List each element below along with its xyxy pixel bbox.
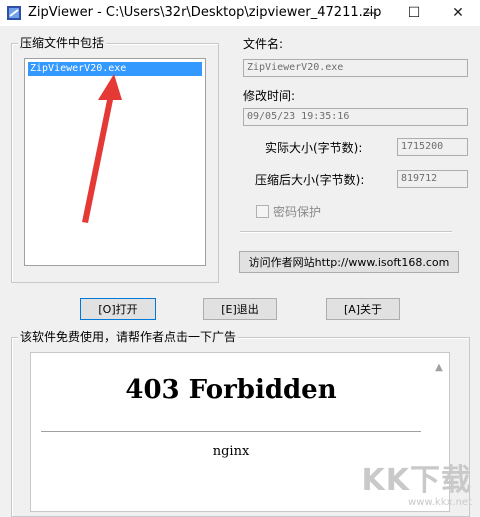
password-checkbox[interactable]: [256, 205, 269, 218]
modified-time-field: 09/05/23 19:35:16: [243, 108, 468, 126]
ad-group-label: 该软件免费使用，请帮作者点击一下广告: [18, 330, 239, 344]
actual-size-label: 实际大小(字节数):: [265, 141, 363, 155]
scroll-up-icon[interactable]: ▲: [431, 359, 447, 375]
window-title: ZipViewer - C:\Users\32r\Desktop\zipview…: [28, 5, 382, 20]
zip-archive-icon: [7, 6, 21, 20]
error-heading: 403 Forbidden: [125, 375, 337, 405]
title-bar[interactable]: ZipViewer - C:\Users\32r\Desktop\zipview…: [0, 0, 480, 26]
error-divider: [41, 431, 421, 432]
author-website-button[interactable]: 访问作者网站http://www.isoft168.com: [239, 251, 459, 273]
compressed-size-field: 819712: [397, 170, 468, 188]
actual-size-field: 1715200: [397, 138, 468, 156]
watermark: KK下载 www.kkx.net: [362, 465, 473, 509]
modified-time-label: 修改时间:: [243, 89, 296, 103]
about-button[interactable]: [A]关于: [326, 298, 400, 320]
watermark-url: www.kkx.net: [408, 497, 472, 508]
password-label: 密码保护: [273, 205, 322, 219]
divider: [240, 231, 452, 233]
compressed-size-label: 压缩后大小(字节数):: [255, 173, 365, 187]
open-button[interactable]: [O]打开: [80, 298, 156, 320]
error-server: nginx: [212, 444, 250, 459]
maximize-button[interactable]: ☐: [392, 0, 436, 26]
exit-button[interactable]: [E]退出: [203, 298, 277, 320]
filename-label: 文件名:: [243, 37, 284, 51]
watermark-brand: KK下载: [361, 463, 472, 498]
archive-contents-label: 压缩文件中包括: [18, 36, 107, 50]
close-button[interactable]: ✕: [436, 0, 480, 26]
minimize-button[interactable]: —: [348, 0, 392, 26]
annotation-arrow-icon: [82, 74, 122, 223]
filename-field: ZipViewerV20.exe: [243, 59, 468, 77]
